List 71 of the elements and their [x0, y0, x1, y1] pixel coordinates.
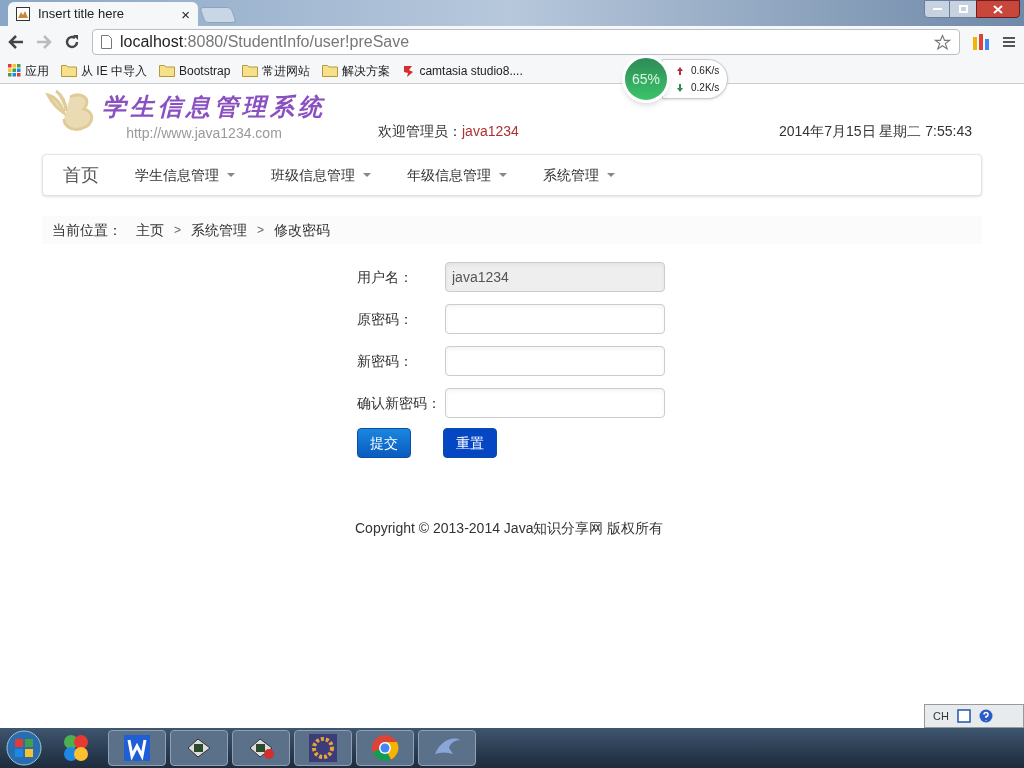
field-label: 确认新密码：	[357, 393, 442, 413]
folder-icon	[159, 64, 175, 77]
url-text: localhost:8080/StudentInfo/user!preSave	[120, 32, 411, 52]
extension-icon[interactable]	[972, 33, 990, 51]
caret-icon	[363, 173, 371, 177]
bookmark-link[interactable]: 解决方案	[342, 61, 391, 80]
close-icon	[993, 4, 1003, 14]
taskbar-button[interactable]	[232, 730, 290, 766]
breadcrumb-separator: >	[257, 222, 265, 239]
taskbar-button[interactable]	[108, 730, 166, 766]
address-bar[interactable]: localhost:8080/StudentInfo/user!preSave	[92, 29, 960, 55]
nav-menu-item[interactable]: 班级信息管理	[271, 164, 371, 186]
language-indicator[interactable]: CH	[933, 707, 949, 725]
folder-icon	[322, 64, 339, 77]
breadcrumb-item[interactable]: 主页	[136, 219, 164, 241]
maximize-button[interactable]	[950, 0, 976, 18]
field-label: 原密码：	[357, 309, 414, 329]
download-arrow-icon	[677, 83, 683, 92]
document-app-icon	[124, 735, 150, 761]
start-button-icon[interactable]	[4, 729, 44, 767]
reload-icon[interactable]	[64, 34, 80, 50]
text-input[interactable]	[445, 388, 665, 418]
caret-icon	[607, 173, 615, 177]
keyboard-icon[interactable]	[956, 709, 971, 723]
field-label: 用户名：	[357, 267, 414, 287]
text-input[interactable]	[445, 346, 665, 376]
bookmark-link[interactable]: camtasia studio8....	[419, 61, 523, 80]
minimize-button[interactable]	[924, 0, 950, 18]
bookmark-link[interactable]: 应用	[25, 61, 49, 80]
breadcrumb-item[interactable]: 修改密码	[274, 219, 331, 241]
caret-icon	[499, 173, 507, 177]
system-title: 学生信息管理系统	[102, 91, 326, 123]
bookmark-link[interactable]: Bootstrap	[179, 61, 231, 80]
text-input[interactable]	[445, 304, 665, 334]
field-label: 新密码：	[357, 351, 414, 371]
tab-close[interactable]: ×	[181, 6, 190, 22]
page-favicon-icon	[16, 7, 30, 21]
welcome-text: 欢迎管理员：java1234	[378, 122, 519, 141]
tab-title: Insert title here	[38, 5, 125, 24]
menu-icon[interactable]	[1002, 35, 1016, 49]
folder-icon	[242, 64, 259, 77]
date-time: 2014年7月15日 星期二 7:55:43	[779, 122, 972, 141]
logo-url: http://www.java1234.com	[126, 124, 282, 143]
close-button[interactable]	[976, 0, 1020, 18]
apps-grid-icon	[8, 64, 21, 77]
nav-menu-item[interactable]: 系统管理	[543, 164, 615, 186]
form-button[interactable]: 提交	[357, 428, 411, 458]
caret-icon	[227, 173, 235, 177]
taskbar-button[interactable]	[170, 730, 228, 766]
breadcrumb-item[interactable]: 系统管理	[191, 219, 247, 241]
download-speed: 0.2K/s	[691, 81, 720, 95]
taskbar-button[interactable]	[294, 730, 352, 766]
help-icon[interactable]	[978, 709, 993, 723]
nav-menu-item[interactable]: 学生信息管理	[135, 164, 235, 186]
nav-menu-item[interactable]: 年级信息管理	[407, 164, 507, 186]
bookmark-link[interactable]: 常进网站	[262, 61, 311, 80]
nav-menu-item[interactable]: 首页	[63, 161, 99, 189]
back-icon[interactable]	[8, 35, 24, 49]
upload-speed: 0.6K/s	[691, 64, 720, 78]
copyright-text: Copyright © 2013-2014 Java知识分享网 版权所有	[355, 519, 664, 538]
page-icon	[101, 35, 112, 49]
taskbar-button[interactable]	[356, 730, 414, 766]
breadcrumb-separator: >	[174, 222, 181, 239]
star-icon[interactable]	[934, 33, 951, 51]
bookmark-link[interactable]: 从 IE 中导入	[81, 61, 147, 80]
breadcrumb-label: 当前位置：	[52, 220, 122, 240]
upload-arrow-icon	[677, 66, 683, 75]
folder-icon	[61, 64, 77, 77]
browser-tab[interactable]: Insert title here ×	[8, 2, 198, 26]
chrome-icon	[371, 734, 399, 762]
form-button[interactable]: 重置	[443, 428, 497, 458]
